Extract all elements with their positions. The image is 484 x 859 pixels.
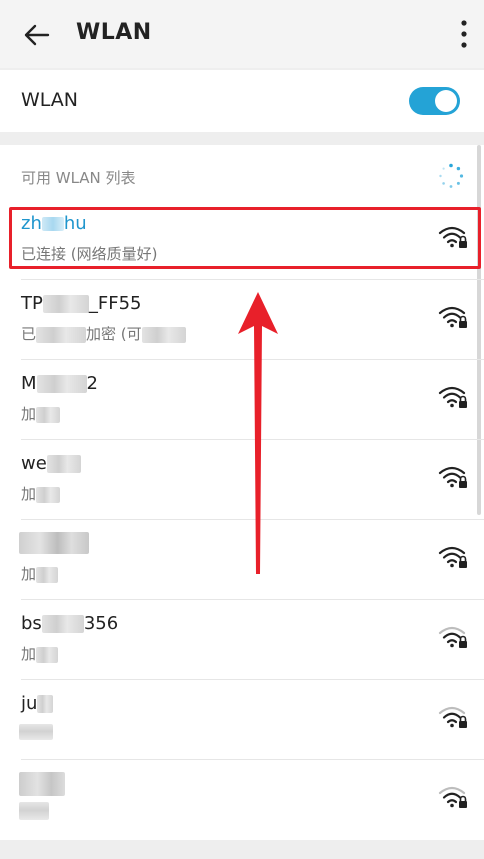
redacted-text [36, 566, 59, 583]
network-status: 加 [21, 483, 61, 504]
redacted-text [37, 695, 54, 713]
top-app-bar: WLAN [0, 0, 484, 68]
wifi-signal-locked-icon [438, 466, 467, 488]
more-vertical-icon[interactable] [458, 18, 470, 50]
network-name: M2 [21, 373, 98, 394]
redacted-text [19, 802, 49, 820]
network-status: 加 [21, 643, 59, 664]
wlan-toggle-switch[interactable] [409, 87, 460, 115]
toggle-knob [435, 90, 457, 112]
network-name: ju [21, 693, 54, 714]
network-name: bs 356 [21, 613, 119, 634]
network-item[interactable] [0, 760, 484, 840]
wlan-label: WLAN [21, 89, 79, 111]
redacted-text [36, 406, 61, 423]
redacted-text [19, 772, 65, 796]
highlight-box [9, 207, 481, 269]
wifi-signal-locked-weak-icon [438, 626, 467, 648]
network-name: we [21, 453, 81, 474]
wifi-signal-locked-icon [438, 306, 467, 328]
redacted-text [42, 295, 89, 313]
redacted-text [41, 615, 84, 633]
wifi-signal-locked-icon [438, 386, 467, 408]
network-status: 加 [21, 563, 59, 584]
redacted-text [141, 326, 186, 343]
wifi-signal-locked-weak-icon [438, 786, 467, 808]
wifi-signal-locked-weak-icon [438, 706, 467, 728]
redacted-text [36, 375, 87, 393]
red-arrow-up-icon [238, 292, 278, 574]
redacted-text [19, 724, 53, 740]
redacted-text [36, 646, 59, 663]
bottom-strip [0, 840, 484, 859]
back-arrow-icon[interactable] [22, 21, 50, 49]
wifi-signal-locked-icon [438, 546, 467, 568]
redacted-text [36, 486, 61, 503]
wlan-toggle-row[interactable]: WLAN [0, 70, 484, 132]
network-item[interactable]: bs 356 加 [0, 600, 484, 680]
redacted-text [36, 326, 87, 343]
network-status: 加 [21, 403, 61, 424]
redacted-text [46, 455, 81, 473]
redacted-text [19, 532, 89, 554]
network-name: TP _FF55 [21, 293, 142, 314]
loading-spinner-icon [439, 163, 464, 188]
network-item[interactable]: ju [0, 680, 484, 760]
section-header: 可用 WLAN 列表 [21, 169, 136, 187]
page-title: WLAN [76, 20, 152, 45]
network-status: 已加密 (可 [21, 323, 186, 344]
